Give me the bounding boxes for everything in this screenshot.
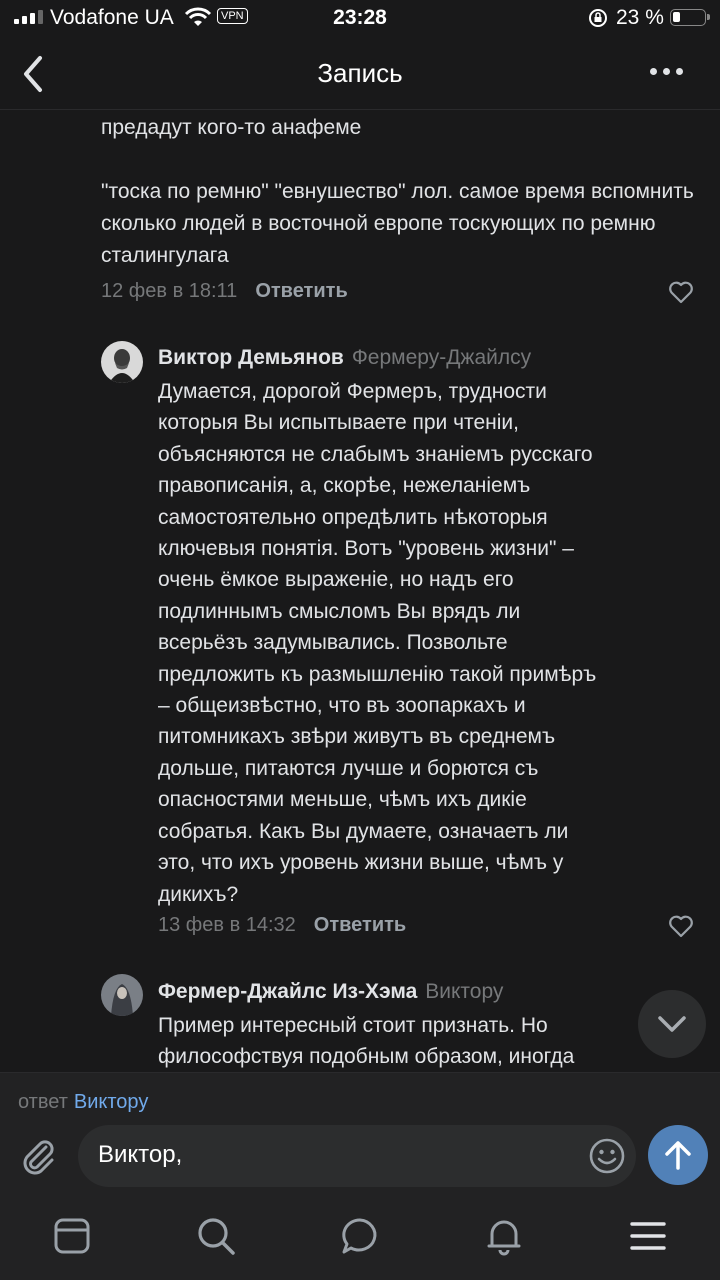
comment-input[interactable]: Виктор, — [78, 1125, 636, 1187]
status-bar: Vodafone UA VPN 23:28 23 % — [0, 0, 720, 40]
search-icon[interactable] — [196, 1216, 236, 1256]
reply-button[interactable]: Ответить — [255, 280, 347, 302]
battery-percent: 23 % — [616, 6, 664, 29]
more-dots-icon[interactable] — [650, 66, 690, 78]
avatar[interactable] — [101, 341, 143, 383]
smile-icon[interactable] — [588, 1137, 626, 1175]
comments-feed[interactable]: — предадут кого-то анафеме "тоска по рем… — [0, 110, 720, 1072]
author-name[interactable]: Виктор Демьянов — [158, 346, 344, 369]
reply-context: ответ Виктору — [18, 1091, 148, 1114]
comment-meta: 13 фев в 14:32 Ответить — [158, 914, 406, 937]
comment-body: Думается, дорогой Фермеръ, трудности кот… — [158, 380, 597, 906]
messages-icon[interactable] — [340, 1216, 380, 1256]
comment-date: 13 фев в 14:32 — [158, 914, 296, 936]
reply-prefix: ответ — [18, 1091, 68, 1113]
top-nav-bar: Запись — [0, 40, 720, 110]
page-title: Запись — [317, 58, 403, 88]
scroll-down-button[interactable] — [638, 990, 706, 1058]
heart-icon[interactable] — [668, 914, 694, 938]
send-button[interactable] — [648, 1125, 708, 1185]
reply-button[interactable]: Ответить — [314, 914, 406, 936]
paperclip-icon[interactable] — [16, 1133, 60, 1177]
comment-text: — предадут кого-то анафеме "тоска по рем… — [101, 110, 701, 272]
arrow-up-icon — [665, 1141, 691, 1170]
battery-icon — [670, 9, 710, 26]
menu-icon[interactable] — [628, 1216, 668, 1256]
reply-composer: ответ Виктору Виктор, — [0, 1072, 720, 1200]
comment-input-value[interactable]: Виктор, — [98, 1141, 182, 1169]
comment-meta: 12 фев в 18:11 Ответить — [101, 280, 348, 303]
rotation-lock-icon — [589, 9, 607, 27]
notifications-icon[interactable] — [484, 1216, 524, 1256]
comment-author[interactable]: Виктор Демьянов Фермеру-Джайлсу — [158, 346, 531, 370]
comment-date: 12 фев в 18:11 — [101, 280, 238, 302]
comment-author[interactable]: Фермер-Джайлс Из-Хэма Виктору — [158, 980, 503, 1004]
reply-target[interactable]: Виктору — [425, 980, 503, 1003]
reply-to-name[interactable]: Виктору — [74, 1091, 148, 1113]
clock: 23:28 — [333, 6, 387, 29]
chevron-down-icon — [658, 1016, 686, 1032]
reply-target[interactable]: Фермеру-Джайлсу — [352, 346, 531, 369]
comment-body: Пример интересный стоит признать. Но фил… — [158, 1014, 575, 1069]
top-comment-body: предадут кого-то анафеме "тоска по ремню… — [101, 116, 694, 267]
author-name[interactable]: Фермер-Джайлс Из-Хэма — [158, 980, 417, 1003]
avatar[interactable] — [101, 974, 143, 1016]
bottom-tab-bar — [0, 1200, 720, 1280]
heart-icon[interactable] — [668, 280, 694, 304]
news-icon[interactable] — [52, 1216, 92, 1256]
